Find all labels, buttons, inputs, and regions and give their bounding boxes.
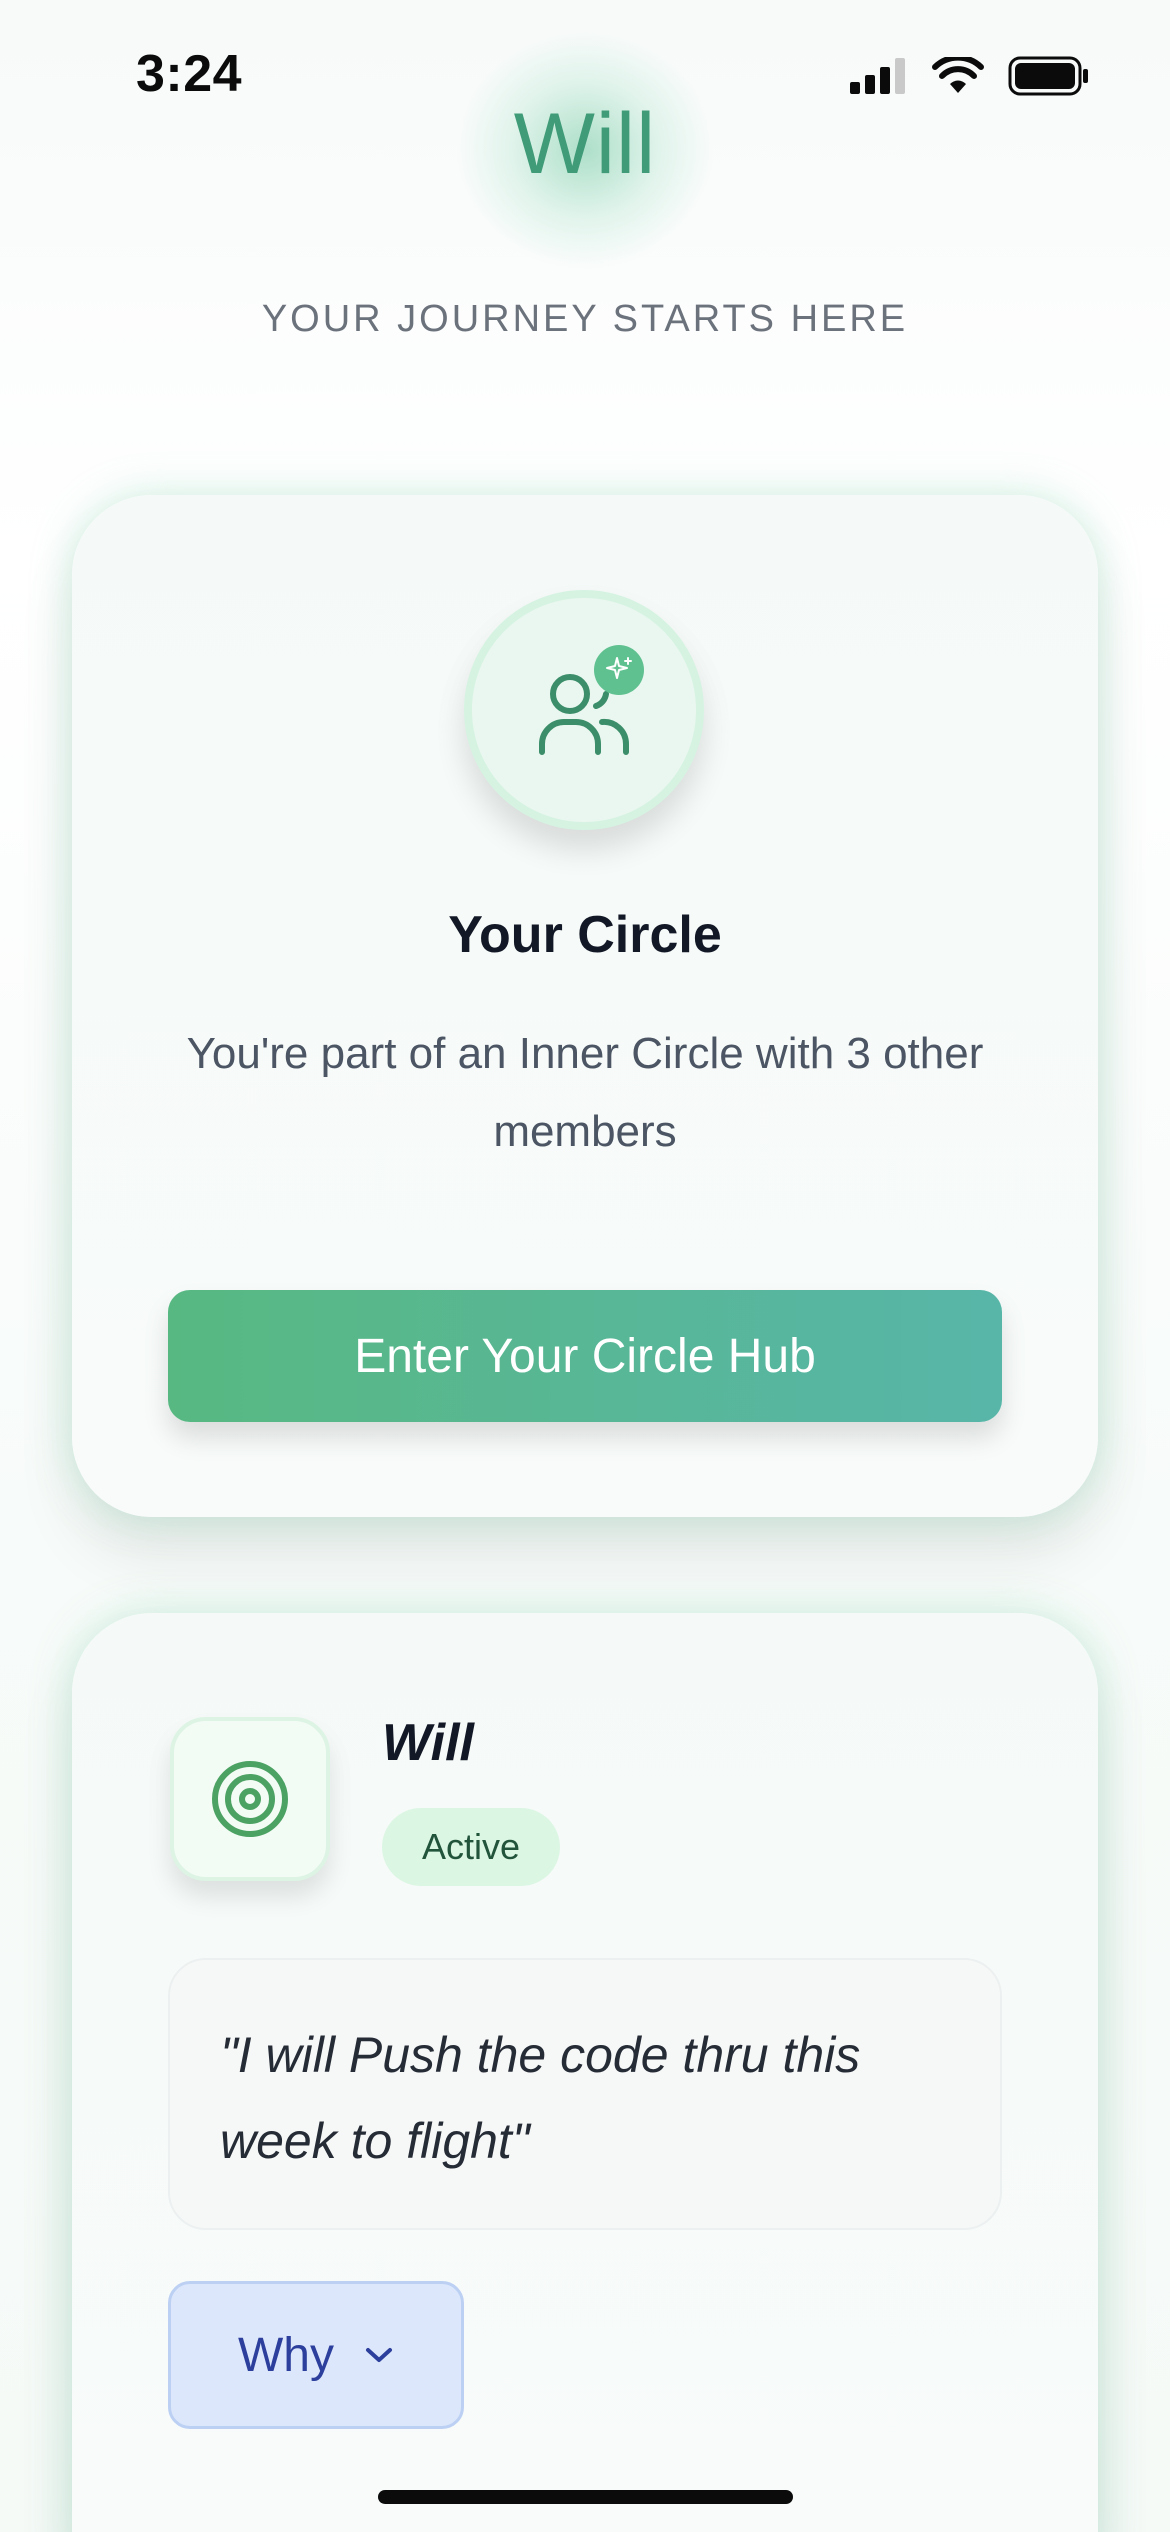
- tagline: YOUR JOURNEY STARTS HERE: [261, 298, 909, 340]
- why-toggle-button[interactable]: Why: [168, 2281, 464, 2429]
- app-screen: 3:24 Will YOUR JOURNEY STARTS HERE Your …: [0, 0, 1170, 2532]
- cellular-signal-icon: [850, 58, 908, 99]
- target-icon: [212, 1761, 288, 1837]
- circle-description: You're part of an Inner Circle with 3 ot…: [186, 1029, 984, 1156]
- will-icon-tile: [170, 1717, 330, 1881]
- why-label: Why: [238, 2328, 334, 2382]
- will-card: Will Active "I will Push the code thru t…: [72, 1613, 1098, 2532]
- circle-avatar: [464, 590, 704, 830]
- chevron-down-icon: [366, 2348, 392, 2362]
- app-title: Will: [513, 96, 657, 192]
- will-quote-box: "I will Push the code thru this week to …: [168, 1958, 1002, 2230]
- circle-title: Your Circle: [448, 906, 722, 964]
- wifi-icon: [932, 54, 984, 100]
- status-badge: Active: [382, 1808, 561, 1886]
- enter-circle-hub-button[interactable]: Enter Your Circle Hub: [168, 1290, 1002, 1422]
- circle-card: Your Circle You're part of an Inner Circ…: [72, 495, 1098, 1517]
- will-quote: "I will Push the code thru this week to …: [220, 2027, 861, 2169]
- sparkle-icon: [594, 645, 644, 695]
- will-name: Will: [382, 1714, 474, 1772]
- home-indicator[interactable]: [378, 2490, 793, 2504]
